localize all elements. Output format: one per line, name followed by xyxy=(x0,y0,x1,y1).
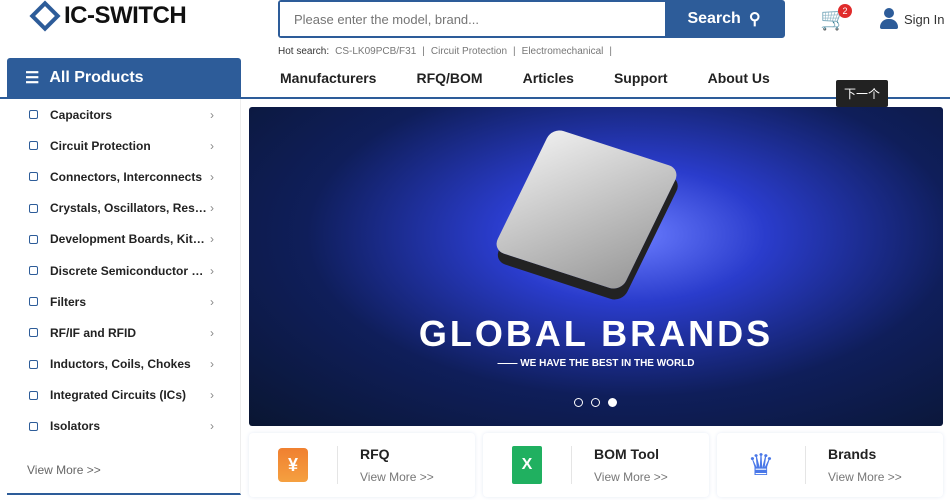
card-brands[interactable]: ♛ Brands View More >> xyxy=(717,433,943,497)
chip-icon xyxy=(29,110,38,120)
category-label: Isolators xyxy=(50,419,101,434)
nav-articles[interactable]: Articles xyxy=(523,70,574,86)
category-item[interactable]: Inductors, Coils, Chokes › xyxy=(7,349,240,380)
category-label: Crystals, Oscillators, Resonators xyxy=(50,201,210,216)
chip-icon xyxy=(29,328,38,338)
card-rfq[interactable]: ¥ RFQ View More >> xyxy=(249,433,475,497)
card-bom-tool[interactable]: X BOM Tool View More >> xyxy=(483,433,709,497)
categories-view-more[interactable]: View More >> xyxy=(27,463,101,477)
chip-icon xyxy=(29,141,38,151)
next-tooltip: 下一个 xyxy=(836,80,889,107)
card-title: RFQ xyxy=(360,446,390,462)
user-icon xyxy=(880,8,898,30)
category-label: RF/IF and RFID xyxy=(50,325,136,340)
logo[interactable]: IC-SWITCH xyxy=(29,0,187,32)
nav-about-us[interactable]: About Us xyxy=(708,70,770,86)
category-item[interactable]: Capacitors › xyxy=(7,99,240,130)
card-view-more[interactable]: View More >> xyxy=(828,470,902,484)
chevron-right-icon: › xyxy=(210,419,214,434)
card-title: Brands xyxy=(828,446,877,462)
chevron-right-icon: › xyxy=(210,357,214,372)
chevron-right-icon: › xyxy=(210,169,214,184)
category-label: Capacitors xyxy=(50,107,113,122)
chevron-right-icon: › xyxy=(210,294,214,309)
search-bar: Search ⚲ xyxy=(278,0,785,38)
category-label: Filters xyxy=(50,294,87,309)
logo-text: IC-SWITCH xyxy=(64,2,187,29)
category-item[interactable]: Discrete Semiconductor Products› xyxy=(7,255,240,286)
chip-icon xyxy=(29,234,38,244)
category-item[interactable]: Development Boards, Kits, Programmers› xyxy=(7,224,240,255)
logo-icon xyxy=(29,0,61,32)
search-icon: ⚲ xyxy=(748,11,761,28)
category-item[interactable]: Integrated Circuits (ICs) › xyxy=(7,380,240,411)
chevron-right-icon: › xyxy=(210,388,214,403)
category-label: Inductors, Coils, Chokes xyxy=(50,357,191,372)
category-label: Circuit Protection xyxy=(50,138,151,153)
card-view-more[interactable]: View More >> xyxy=(360,470,434,484)
category-item[interactable]: Connectors, Interconnects › xyxy=(7,161,240,192)
hot-search-item[interactable]: Electromechanical xyxy=(522,46,604,57)
main-nav: Manufacturers RFQ/BOM Articles Support A… xyxy=(280,70,770,86)
search-label: Search xyxy=(687,10,741,27)
chip-icon xyxy=(29,421,38,431)
hot-search: Hot search: CS-LK09PCB/F31 | Circuit Prot… xyxy=(278,46,612,57)
hot-search-label: Hot search: xyxy=(278,46,330,57)
carousel-dot-active[interactable] xyxy=(608,398,617,407)
yen-chat-icon: ¥ xyxy=(278,448,308,482)
carousel-dots xyxy=(574,398,617,407)
chip-icon xyxy=(29,172,38,182)
carousel-dot[interactable] xyxy=(591,398,600,407)
hot-search-item[interactable]: CS-LK09PCB/F31 xyxy=(335,46,416,57)
chip-icon xyxy=(29,203,38,213)
category-item[interactable]: Filters › xyxy=(7,286,240,317)
search-input[interactable] xyxy=(280,2,665,36)
all-products-label: All Products xyxy=(49,69,144,86)
banner-subtitle: —— WE HAVE THE BEST IN THE WORLD xyxy=(497,358,695,369)
chip-icon xyxy=(29,266,38,276)
carousel-dot[interactable] xyxy=(574,398,583,407)
excel-icon: X xyxy=(512,446,542,484)
chip-icon xyxy=(29,297,38,307)
cart-badge: 2 xyxy=(838,4,852,18)
category-label: Discrete Semiconductor Products xyxy=(50,263,210,278)
category-item[interactable]: Isolators › xyxy=(7,411,240,442)
crown-icon: ♛ xyxy=(747,448,775,482)
chip-icon xyxy=(29,390,38,400)
nav-support[interactable]: Support xyxy=(614,70,668,86)
category-sidebar: Capacitors › Circuit Protection › Connectors… xyxy=(7,99,241,495)
category-item[interactable]: Crystals, Oscillators, Resonators› xyxy=(7,193,240,224)
nav-manufacturers[interactable]: Manufacturers xyxy=(280,70,376,86)
chevron-right-icon: › xyxy=(210,263,214,278)
category-item[interactable]: Circuit Protection › xyxy=(7,130,240,161)
card-title: BOM Tool xyxy=(594,446,660,462)
all-products-button[interactable]: ☰ All Products xyxy=(7,58,241,98)
search-button[interactable]: Search ⚲ xyxy=(665,2,783,36)
nav-rfq-bom[interactable]: RFQ/BOM xyxy=(416,70,482,86)
category-label: Connectors, Interconnects xyxy=(50,169,203,184)
chevron-right-icon: › xyxy=(210,107,214,122)
chevron-right-icon: › xyxy=(210,325,214,340)
hot-search-item[interactable]: Circuit Protection xyxy=(431,46,507,57)
banner-title: GLOBAL BRANDS xyxy=(418,313,774,354)
menu-icon: ☰ xyxy=(25,70,40,87)
sign-in-link[interactable]: Sign In xyxy=(880,8,944,30)
feature-cards: ¥ RFQ View More >> X BOM Tool View More >> ♛… xyxy=(249,433,943,497)
card-view-more[interactable]: View More >> xyxy=(594,470,668,484)
category-item[interactable]: RF/IF and RFID › xyxy=(7,317,240,348)
chevron-right-icon: › xyxy=(210,232,214,247)
chip-icon xyxy=(29,359,38,369)
category-label: Integrated Circuits (ICs) xyxy=(50,388,187,403)
category-label: Development Boards, Kits, Programmers xyxy=(50,232,210,247)
chip-image xyxy=(492,127,681,292)
chevron-right-icon: › xyxy=(210,201,214,216)
chevron-right-icon: › xyxy=(210,138,214,153)
sign-in-label: Sign In xyxy=(904,11,945,27)
banner-carousel[interactable]: GLOBAL BRANDS —— WE HAVE THE BEST IN THE… xyxy=(249,107,943,426)
